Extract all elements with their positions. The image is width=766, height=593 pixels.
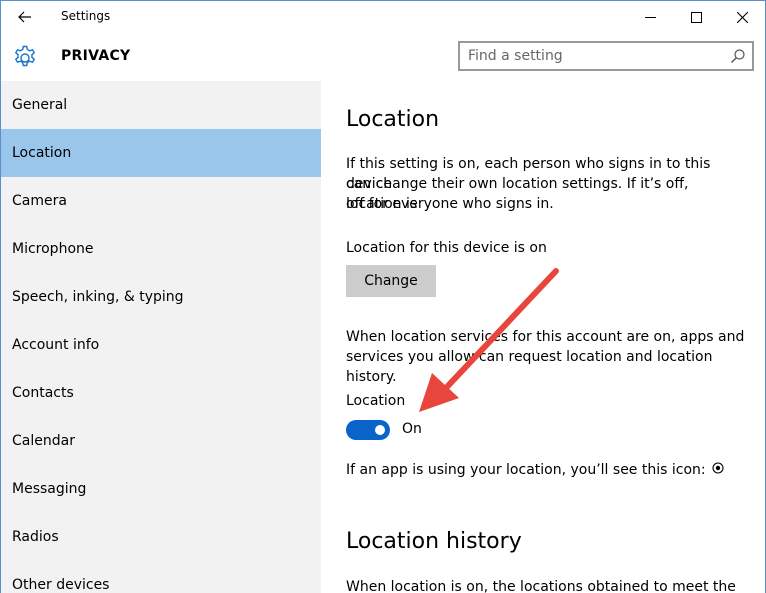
toggle-state-label: On [402, 421, 422, 437]
location-history-text: When location is on, the locations obtai… [346, 579, 736, 593]
services-description-line-1: When location services for this account … [346, 329, 745, 345]
section-heading-location: Location [346, 107, 440, 132]
search-box[interactable] [458, 41, 754, 71]
sidebar: General Location Camera Microphone Speec… [1, 81, 321, 593]
location-toggle-title: Location [346, 393, 406, 409]
settings-window: Settings PRIVACY General L [0, 0, 766, 593]
sidebar-item-camera[interactable]: Camera [1, 177, 321, 225]
location-toggle[interactable] [346, 420, 390, 440]
page-title: PRIVACY [61, 48, 131, 64]
sidebar-item-label: Speech, inking, & typing [12, 289, 184, 305]
gear-icon [14, 45, 36, 67]
section-heading-location-history: Location history [346, 529, 522, 554]
services-description-line-2: services you allow can request location … [346, 349, 713, 385]
sidebar-item-label: Messaging [12, 481, 87, 497]
sidebar-item-calendar[interactable]: Calendar [1, 417, 321, 465]
sidebar-item-contacts[interactable]: Contacts [1, 369, 321, 417]
sidebar-item-messaging[interactable]: Messaging [1, 465, 321, 513]
sidebar-item-location[interactable]: Location [1, 129, 321, 177]
sidebar-item-other-devices[interactable]: Other devices [1, 561, 321, 593]
settings-header: PRIVACY [1, 33, 765, 81]
device-location-status: Location for this device is on [346, 240, 547, 256]
sidebar-item-label: Account info [12, 337, 100, 353]
search-input[interactable] [468, 46, 718, 66]
location-in-use-icon [712, 462, 724, 474]
title-bar: Settings [1, 1, 765, 33]
sidebar-item-microphone[interactable]: Microphone [1, 225, 321, 273]
sidebar-item-label: Microphone [12, 241, 94, 257]
location-icon-note: If an app is using your location, you’ll… [346, 460, 765, 480]
change-button[interactable]: Change [346, 265, 436, 297]
sidebar-item-radios[interactable]: Radios [1, 513, 321, 561]
sidebar-item-speech-inking-typing[interactable]: Speech, inking, & typing [1, 273, 321, 321]
content-pane: Location If this setting is on, each per… [321, 81, 765, 593]
minimize-button[interactable] [627, 1, 673, 33]
close-icon [736, 11, 748, 23]
maximize-button[interactable] [673, 1, 719, 33]
back-button[interactable] [7, 3, 43, 31]
sidebar-item-label: Other devices [12, 577, 110, 593]
sidebar-item-label: Location [12, 145, 72, 161]
sidebar-item-general[interactable]: General [1, 81, 321, 129]
sidebar-item-account-info[interactable]: Account info [1, 321, 321, 369]
icon-note-text: If an app is using your location, you’ll… [346, 462, 706, 478]
sidebar-item-label: Calendar [12, 433, 75, 449]
sidebar-item-label: Radios [12, 529, 59, 545]
location-intro-line-3: off for everyone who signs in. [346, 196, 554, 212]
toggle-knob [375, 425, 385, 435]
sidebar-item-label: General [12, 97, 68, 113]
search-icon[interactable] [730, 48, 746, 64]
window-title: Settings [61, 9, 111, 23]
sidebar-item-label: Contacts [12, 385, 74, 401]
maximize-icon [690, 11, 702, 23]
sidebar-item-label: Camera [12, 193, 67, 209]
back-arrow-icon [18, 11, 31, 23]
close-button[interactable] [719, 1, 765, 33]
minimize-icon [644, 16, 656, 18]
